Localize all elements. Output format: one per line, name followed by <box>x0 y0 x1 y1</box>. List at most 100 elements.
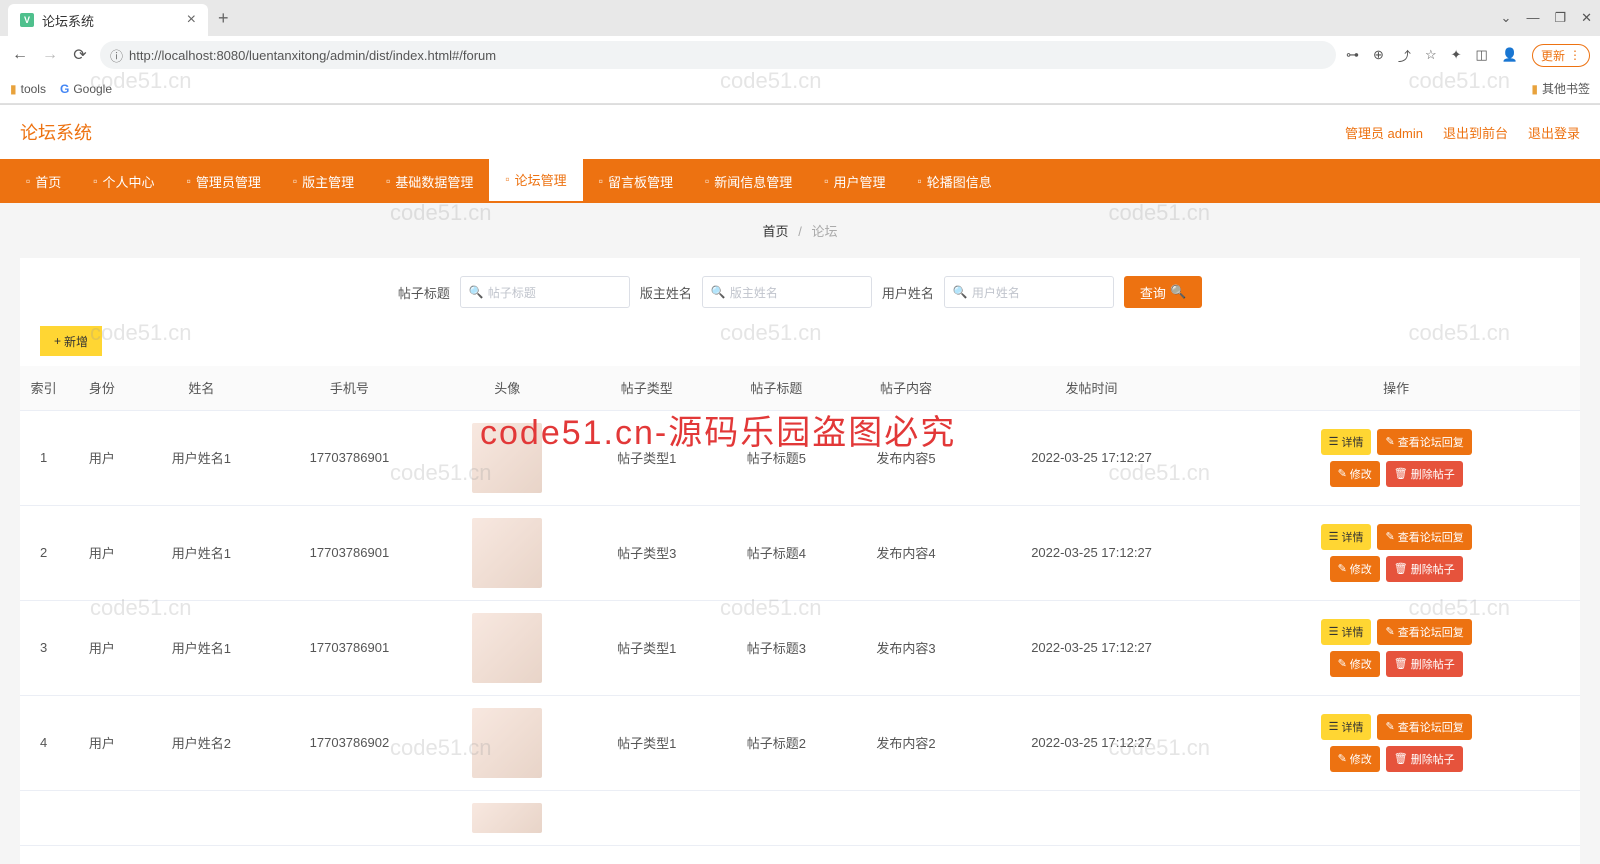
avatar-image <box>472 518 542 588</box>
menu-item-owner[interactable]: ▫版主管理 <box>277 159 370 203</box>
minimize-icon[interactable]: — <box>1526 10 1539 26</box>
cell-time: 2022-03-25 17:12:27 <box>971 600 1213 695</box>
table-header: 头像 <box>433 366 582 410</box>
menu-label: 新闻信息管理 <box>714 172 792 191</box>
breadcrumb-sep: / <box>798 224 802 239</box>
table-header: 姓名 <box>137 366 267 410</box>
edit-button[interactable]: ✎修改 <box>1330 651 1380 677</box>
data-icon: ▫ <box>386 174 390 188</box>
browser-tab[interactable]: V 论坛系统 × <box>8 4 208 36</box>
bookmark-tools[interactable]: ▮tools <box>10 82 46 96</box>
breadcrumb-home[interactable]: 首页 <box>763 224 789 239</box>
delete-button[interactable]: 🗑删除帖子 <box>1386 461 1463 487</box>
menu-item-home[interactable]: ▫首页 <box>10 159 77 203</box>
admin-label[interactable]: 管理员 admin <box>1345 123 1423 142</box>
table-header: 帖子标题 <box>712 366 842 410</box>
side-panel-icon[interactable]: ◫ <box>1476 47 1488 63</box>
cell-avatar <box>433 410 582 505</box>
menu-item-data[interactable]: ▫ 基础数据管理 <box>370 159 489 203</box>
new-tab-button[interactable]: + <box>208 8 239 29</box>
close-window-icon[interactable]: ✕ <box>1581 10 1592 26</box>
forum-icon: ▫ <box>505 172 509 186</box>
view-reply-button[interactable]: ✎查看论坛回复 <box>1377 619 1471 645</box>
search-icon: 🔍 <box>469 285 484 299</box>
menu-label: 留言板管理 <box>608 172 673 191</box>
view-reply-button[interactable]: ✎查看论坛回复 <box>1377 714 1471 740</box>
bookmarks-bar: ▮tools GGoogle ▮其他书签 <box>0 74 1600 104</box>
cell-avatar <box>433 505 582 600</box>
edit-icon: ✎ <box>1385 530 1394 543</box>
cell-phone: 17703786901 <box>266 505 433 600</box>
menu-item-admin[interactable]: ▫管理员管理 <box>171 159 277 203</box>
edit-icon: ✎ <box>1385 720 1394 733</box>
menu-item-board[interactable]: ▫留言板管理 <box>583 159 689 203</box>
view-reply-button[interactable]: ✎查看论坛回复 <box>1377 429 1471 455</box>
edit-button[interactable]: ✎修改 <box>1330 746 1380 772</box>
url-input[interactable]: ⓘ http://localhost:8080/luentanxitong/ad… <box>100 41 1336 69</box>
edit-button[interactable]: ✎修改 <box>1330 556 1380 582</box>
profile-icon[interactable]: 👤 <box>1502 47 1518 63</box>
edit-icon: ✎ <box>1385 625 1394 638</box>
avatar-image <box>472 803 542 833</box>
cell-type: 帖子类型1 <box>582 600 712 695</box>
forward-icon[interactable]: → <box>40 46 60 64</box>
cell-role: 用户 <box>67 600 136 695</box>
maximize-icon[interactable]: ❐ <box>1554 10 1566 26</box>
folder-icon: ▮ <box>1531 82 1538 96</box>
cell-avatar <box>433 790 582 845</box>
update-button[interactable]: 更新⋮ <box>1532 44 1590 67</box>
reload-icon[interactable]: ⟳ <box>70 45 90 65</box>
user-icon: ▫ <box>93 174 97 188</box>
bookmark-google[interactable]: GGoogle <box>60 82 112 96</box>
trash-icon: 🗑 <box>1394 752 1408 765</box>
menu-item-forum[interactable]: ▫论坛管理 <box>489 157 582 203</box>
delete-button[interactable]: 🗑删除帖子 <box>1386 556 1463 582</box>
menu-label: 版主管理 <box>302 172 354 191</box>
delete-button[interactable]: 🗑删除帖子 <box>1386 746 1463 772</box>
cell-idx: 2 <box>20 505 67 600</box>
key-icon[interactable]: ⊶ <box>1346 47 1359 63</box>
nav-menu: ▫首页▫个人中心▫管理员管理▫版主管理▫基础数据管理▫论坛管理▫留言板管理▫新闻… <box>0 159 1600 203</box>
detail-button[interactable]: ☰详情 <box>1321 429 1372 455</box>
close-icon[interactable]: × <box>187 11 196 29</box>
add-button[interactable]: +新增 <box>40 326 102 356</box>
view-reply-button[interactable]: ✎查看论坛回复 <box>1377 524 1471 550</box>
query-button[interactable]: 查询🔍 <box>1124 276 1202 308</box>
detail-button[interactable]: ☰详情 <box>1321 524 1372 550</box>
search-label-user: 用户姓名 <box>882 283 934 302</box>
logout-link[interactable]: 退出登录 <box>1528 123 1580 142</box>
cell-phone: 17703786901 <box>266 410 433 505</box>
cell-content: 发布内容5 <box>841 410 971 505</box>
cell-time: 2022-03-25 17:12:27 <box>971 410 1213 505</box>
share-icon[interactable]: ⤴ <box>1398 46 1411 65</box>
detail-button[interactable]: ☰详情 <box>1321 714 1372 740</box>
extensions-icon[interactable]: ✦ <box>1451 47 1462 63</box>
edit-button[interactable]: ✎修改 <box>1330 461 1380 487</box>
menu-label: 管理员管理 <box>196 172 261 191</box>
list-icon: ☰ <box>1329 720 1339 733</box>
users-icon: ▫ <box>824 174 828 188</box>
search-input-title[interactable]: 🔍帖子标题 <box>460 276 630 308</box>
cell-content: 发布内容4 <box>841 505 971 600</box>
menu-item-user[interactable]: ▫个人中心 <box>77 159 170 203</box>
table-header: 帖子内容 <box>841 366 971 410</box>
cell-avatar <box>433 695 582 790</box>
window-controls: ⌄ — ❐ ✕ <box>1501 10 1592 26</box>
chevron-down-icon[interactable]: ⌄ <box>1501 10 1512 26</box>
cell-title: 帖子标题3 <box>712 600 842 695</box>
back-icon[interactable]: ← <box>10 46 30 64</box>
menu-item-carousel[interactable]: ▫轮播图信息 <box>902 159 1008 203</box>
translate-icon[interactable]: ⊕ <box>1373 47 1384 63</box>
other-bookmarks[interactable]: ▮其他书签 <box>1531 80 1590 97</box>
menu-label: 基础数据管理 <box>395 172 473 191</box>
delete-button[interactable]: 🗑删除帖子 <box>1386 651 1463 677</box>
menu-item-news[interactable]: ▫新闻信息管理 <box>689 159 808 203</box>
exit-to-front-link[interactable]: 退出到前台 <box>1443 123 1508 142</box>
search-input-owner[interactable]: 🔍版主姓名 <box>702 276 872 308</box>
star-icon[interactable]: ☆ <box>1425 47 1437 63</box>
search-input-user[interactable]: 🔍用户姓名 <box>944 276 1114 308</box>
cell-phone: 17703786901 <box>266 600 433 695</box>
search-icon: 🔍 <box>953 285 968 299</box>
menu-item-users[interactable]: ▫用户管理 <box>808 159 901 203</box>
detail-button[interactable]: ☰详情 <box>1321 619 1372 645</box>
